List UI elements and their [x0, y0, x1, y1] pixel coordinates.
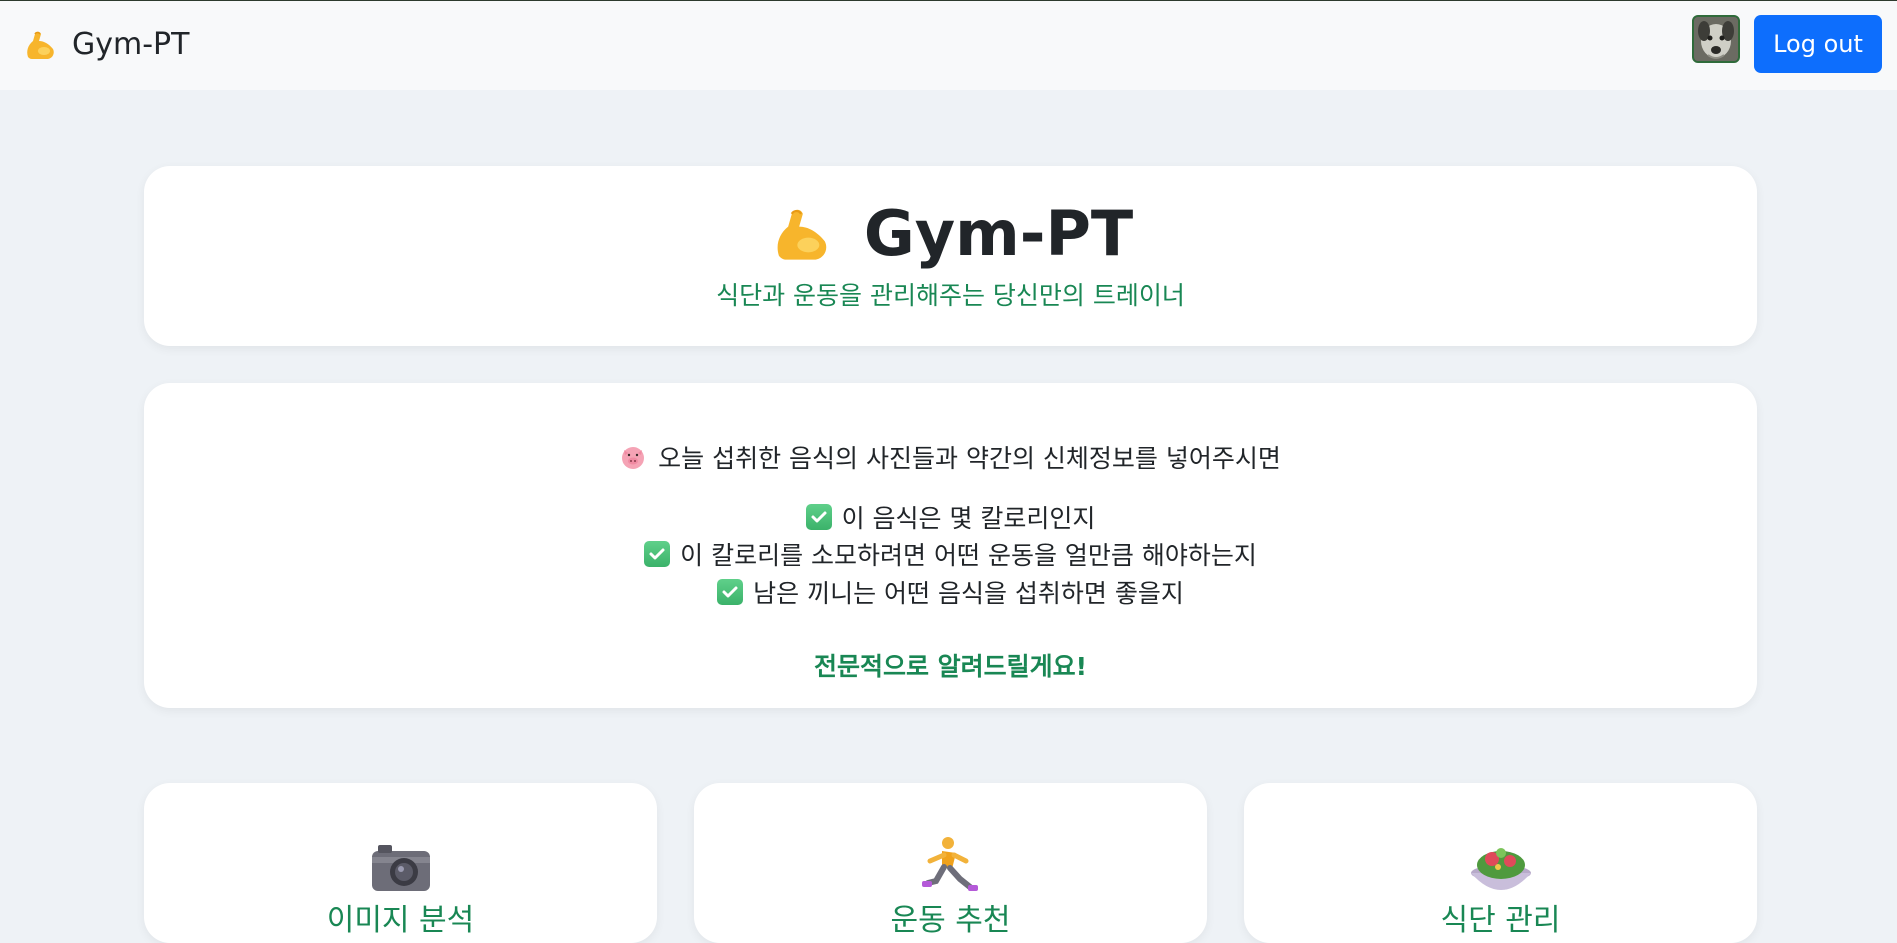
dog-avatar-icon	[1694, 17, 1738, 61]
pig-face-icon	[622, 447, 645, 469]
hero-subtitle: 식단과 운동을 관리해주는 당신만의 트레이너	[716, 281, 1185, 310]
hero-card: Gym-PT 식단과 운동을 관리해주는 당신만의 트레이너	[144, 166, 1757, 346]
feature-card-diet-management[interactable]: 식단 관리	[1244, 783, 1757, 943]
feature-card-image-analysis[interactable]: 이미지 분석	[144, 783, 657, 943]
check-mark-icon	[644, 541, 671, 567]
avatar[interactable]	[1692, 15, 1740, 63]
feature-label: 이미지 분석	[326, 903, 475, 938]
check-item-text: 남은 끼니는 어떤 음식을 섭취하면 좋을지	[753, 579, 1184, 608]
intro-closing: 전문적으로 알려드릴게요!	[813, 652, 1088, 681]
top-navbar: Gym-PT Log out	[0, 0, 1897, 90]
salad-icon	[1470, 848, 1531, 890]
check-item-text: 이 칼로리를 소모하려면 어떤 운동을 얼만큼 해야하는지	[680, 541, 1257, 570]
page-title: Gym-PT	[863, 197, 1134, 270]
hero-title-row: Gym-PT	[144, 198, 1757, 270]
logout-button[interactable]: Log out	[1754, 15, 1882, 73]
feature-card-exercise-recommendation[interactable]: 운동 추천	[694, 783, 1207, 943]
camera-icon	[371, 845, 430, 891]
running-person-icon	[921, 837, 978, 891]
brand-link[interactable]: Gym-PT	[22, 27, 189, 63]
check-item-text: 이 음식은 몇 칼로리인지	[841, 504, 1096, 533]
intro-card: 오늘 섭취한 음식의 사진들과 약간의 신체정보를 넣어주시면 이 음식은 몇 …	[144, 383, 1757, 708]
intro-lead-line: 오늘 섭취한 음식의 사진들과 약간의 신체정보를 넣어주시면	[144, 439, 1757, 475]
intro-lead-text: 오늘 섭취한 음식의 사진들과 약간의 신체정보를 넣어주시면	[658, 444, 1281, 473]
feature-label: 운동 추천	[890, 903, 1011, 938]
check-item: 이 음식은 몇 칼로리인지	[144, 499, 1757, 535]
flexed-biceps-icon	[27, 31, 54, 59]
flexed-biceps-icon	[777, 209, 827, 260]
feature-label: 식단 관리	[1440, 903, 1561, 938]
check-mark-icon	[717, 579, 744, 605]
check-item: 남은 끼니는 어떤 음식을 섭취하면 좋을지	[144, 574, 1757, 610]
brand-text: Gym-PT	[72, 27, 190, 62]
check-mark-icon	[805, 504, 832, 530]
check-item: 이 칼로리를 소모하려면 어떤 운동을 얼만큼 해야하는지	[144, 536, 1757, 572]
